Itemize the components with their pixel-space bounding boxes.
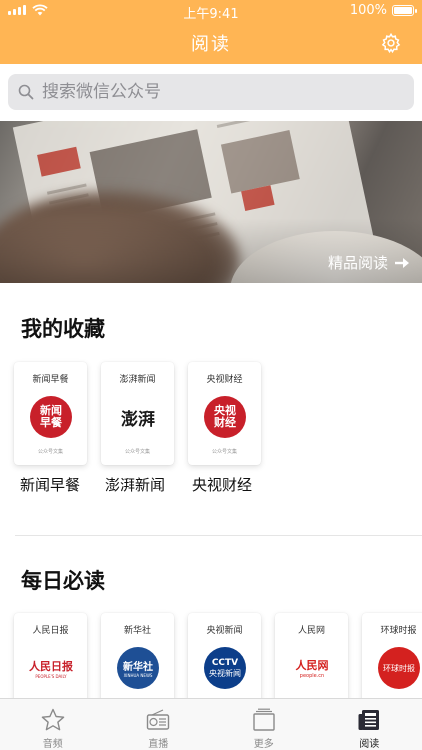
card-name: 人民日报: [32, 626, 69, 636]
card-name: 新闻早餐: [32, 375, 69, 385]
logo-subtext: XINHUA NEWS: [123, 673, 153, 678]
card-subtitle: 公众号文集: [37, 449, 63, 455]
gear-icon[interactable]: [380, 32, 402, 54]
tab-label: 阅读: [359, 739, 380, 750]
page-title: 阅读: [191, 34, 231, 55]
banner-link-label: 精品阅读: [327, 254, 388, 272]
card-name: 央视新闻: [206, 626, 243, 636]
tab-label: 音频: [42, 739, 63, 750]
search-icon: [18, 84, 34, 100]
battery-percent: 100%: [349, 3, 387, 18]
favorite-card-yangshicaijing[interactable]: 央视财经 央视财经 公众号文集: [188, 362, 261, 465]
logo-text: 人民日报: [29, 659, 73, 673]
favorite-label[interactable]: 新闻早餐: [10, 474, 90, 495]
card-name: 新华社: [123, 626, 151, 636]
renminribao-logo: 人民日报 PEOPLE'S DAILY: [29, 647, 73, 689]
yangshixinwen-logo: CCTV 央视新闻: [204, 647, 246, 689]
card-name: 澎湃新闻: [119, 375, 156, 385]
newspaper-icon: [358, 710, 380, 730]
yangshicaijing-logo: 央视财经: [204, 396, 246, 438]
logo-text: 环球时报: [383, 663, 415, 673]
logo-subtext: people.cn: [299, 673, 325, 679]
card-name: 人民网: [297, 626, 325, 636]
tab-more[interactable]: 更多: [211, 699, 317, 750]
featured-banner[interactable]: 精品阅读: [0, 121, 422, 283]
status-bar: 上午9:41 100%: [0, 0, 422, 22]
battery-icon: [392, 5, 417, 16]
favorites-list: 新闻早餐 新闻早餐 公众号文集 澎湃新闻 澎湃 公众号文集 央视财经 央视财经 …: [14, 362, 261, 465]
app-root: 上午9:41 100% 阅读 搜索微信公众号 精品阅读 我的收藏 新闻早餐 新闻…: [0, 0, 422, 750]
favorites-title: 我的收藏: [21, 317, 105, 341]
tab-live[interactable]: 直播: [106, 699, 212, 750]
tab-label: 直播: [148, 739, 169, 750]
daily-title: 每日必读: [21, 569, 105, 593]
renminwang-logo: 人民网 people.cn: [291, 647, 333, 689]
card-name: 环球时报: [380, 626, 417, 636]
logo-text: 央视新闻: [209, 668, 241, 678]
banner-link[interactable]: 精品阅读: [328, 252, 410, 273]
pengpai-logo: 澎湃: [117, 396, 159, 438]
card-name: 央视财经: [206, 375, 243, 385]
xinhuashe-logo: 新华社 XINHUA NEWS: [117, 647, 159, 689]
favorite-label[interactable]: 澎湃新闻: [95, 474, 175, 495]
star-icon: [41, 708, 65, 731]
favorite-card-pengpai[interactable]: 澎湃新闻 澎湃 公众号文集: [101, 362, 174, 465]
arrow-right-icon: [395, 257, 409, 268]
nav-header: 上午9:41 100% 阅读: [0, 0, 422, 64]
logo-subtext: CCTV: [211, 657, 239, 668]
radio-icon: [147, 709, 170, 730]
logo-text: 澎湃: [121, 409, 155, 430]
logo-text: 人民网: [295, 659, 329, 672]
section-divider: [15, 535, 422, 536]
huanqiushibao-logo: 环球时报: [378, 647, 420, 689]
favorite-label[interactable]: 央视财经: [182, 474, 262, 495]
search-box[interactable]: [8, 74, 414, 110]
status-right: 100%: [349, 3, 417, 18]
cards-icon: [253, 708, 275, 731]
card-subtitle: 公众号文集: [211, 449, 237, 455]
search-bar-area: [0, 64, 422, 120]
logo-text: 新华社: [123, 662, 153, 673]
logo-text: 央视财经: [214, 404, 236, 429]
xinwenzaocan-logo: 新闻早餐: [30, 396, 72, 438]
tab-audio[interactable]: 音频: [0, 699, 106, 750]
tab-label: 更多: [253, 739, 274, 750]
tab-bar: 音频 直播 更多 阅读: [0, 698, 422, 750]
search-input[interactable]: [42, 82, 382, 102]
favorite-card-xinwenzaocan[interactable]: 新闻早餐 新闻早餐 公众号文集: [14, 362, 87, 465]
tab-reading[interactable]: 阅读: [317, 699, 422, 750]
card-subtitle: 公众号文集: [124, 449, 150, 455]
logo-subtext: PEOPLE'S DAILY: [35, 673, 67, 679]
logo-text: 新闻早餐: [40, 404, 62, 429]
